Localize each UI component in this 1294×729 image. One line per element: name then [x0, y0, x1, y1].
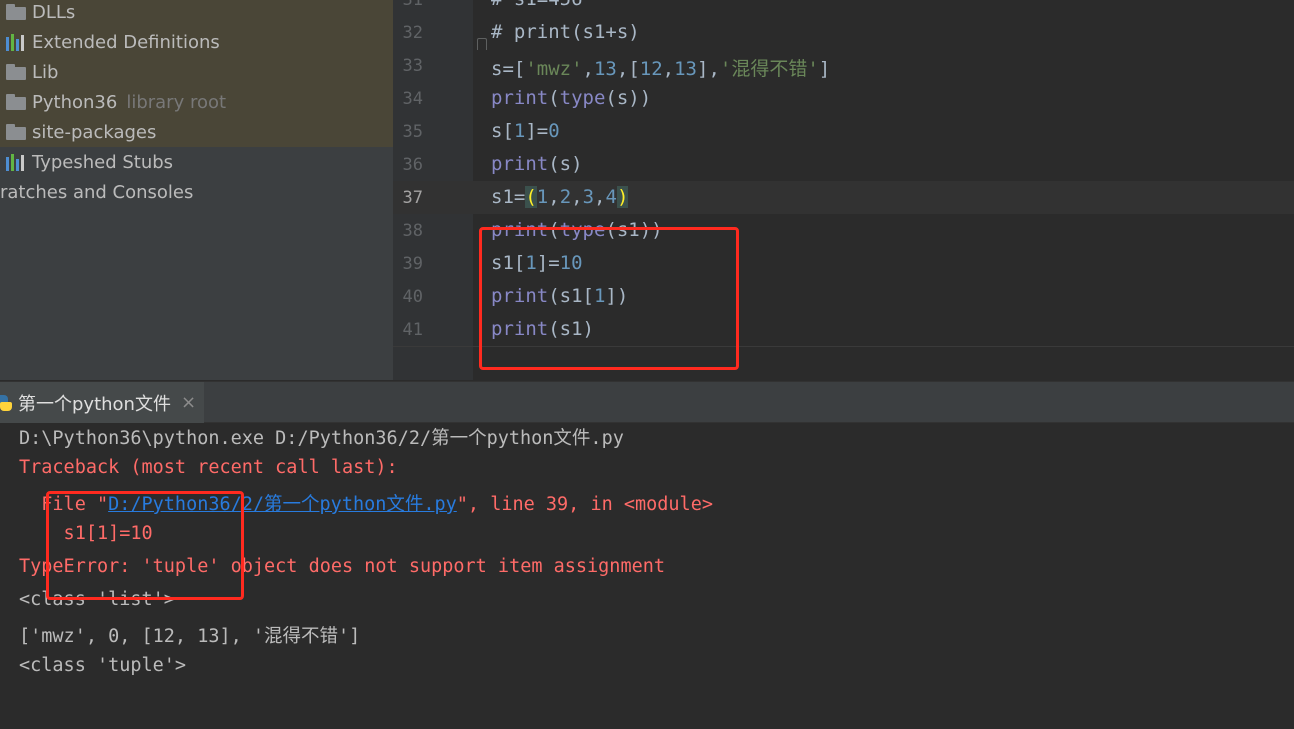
line-number: 34	[402, 89, 423, 109]
code-text: s[1]=0	[491, 120, 560, 142]
traceback-header: Traceback (most recent call last):	[19, 457, 398, 478]
code-line-current[interactable]: 37 s1=(1,2,3,4)	[393, 181, 1294, 214]
line-number: 31	[402, 0, 423, 10]
line-number: 32	[402, 23, 423, 43]
line-number: 33	[402, 56, 423, 76]
code-text: print(s1)	[491, 318, 594, 340]
traceback-file-suffix: ", line 39, in <module>	[456, 494, 713, 515]
traceback-file-line: File "D:/Python36/2/第一个python文件.py", lin…	[19, 490, 713, 523]
run-tool-window-header: 第一个python文件 ×	[0, 381, 1294, 423]
console-output-line: <class 'list'>	[19, 589, 175, 610]
tree-item-label: Lib	[32, 61, 59, 83]
code-line[interactable]: 39 s1[1]=10	[393, 247, 1294, 280]
line-number: 41	[402, 320, 423, 340]
run-tab[interactable]: 第一个python文件 ×	[0, 382, 205, 423]
tree-item-lib[interactable]: Lib	[0, 57, 393, 87]
code-line[interactable]: 40 print(s1[1])	[393, 280, 1294, 313]
code-text: print(s)	[491, 153, 583, 175]
code-editor[interactable]: 31 # s1=456 32 # print(s1+s) 33 s=['mwz'…	[393, 0, 1294, 380]
code-line[interactable]: 34 print(type(s))	[393, 82, 1294, 115]
code-line[interactable]: 38 print(type(s1))	[393, 214, 1294, 247]
tree-item-label: ratches and Consoles	[0, 181, 194, 203]
tree-item-label: Typeshed Stubs	[32, 151, 174, 173]
tree-item-label: DLLs	[32, 1, 76, 23]
library-icon	[6, 33, 26, 51]
code-text: print(type(s))	[491, 87, 652, 109]
code-text: # s1=456	[491, 0, 583, 10]
console-output-line: ['mwz', 0, [12, 13], '混得不错']	[19, 626, 361, 647]
run-console[interactable]: D:\Python36\python.exe D:/Python36/2/第一个…	[0, 424, 1294, 729]
code-text: s=['mwz',13,[12,13],'混得不错']	[491, 58, 831, 80]
code-text: s1=(1,2,3,4)	[491, 186, 629, 208]
console-command-line: D:\Python36\python.exe D:/Python36/2/第一个…	[19, 428, 624, 449]
line-number: 37	[402, 188, 423, 208]
code-line[interactable]: 36 print(s)	[393, 148, 1294, 181]
library-icon	[6, 153, 26, 171]
tree-item-dlls[interactable]: DLLs	[0, 0, 393, 27]
code-line[interactable]: 41 print(s1)	[393, 313, 1294, 346]
tree-item-label: Python36	[32, 91, 118, 113]
console-output-line: <class 'tuple'>	[19, 655, 187, 676]
error-message: TypeError: 'tuple' object does not suppo…	[19, 556, 666, 577]
code-text: s1[1]=10	[491, 252, 583, 274]
library-root-hint: library root	[126, 91, 227, 113]
tree-item-python36[interactable]: Python36 library root	[0, 87, 393, 117]
code-line[interactable]: 32 # print(s1+s)	[393, 16, 1294, 50]
line-number: 36	[402, 155, 423, 175]
traceback-file-link[interactable]: D:/Python36/2/第一个python文件.py	[108, 494, 457, 515]
tree-item-extended-definitions[interactable]: Extended Definitions	[0, 27, 393, 57]
close-icon[interactable]: ×	[181, 392, 196, 413]
code-text: print(s1[1])	[491, 285, 629, 307]
run-tab-label: 第一个python文件	[18, 393, 171, 415]
folder-icon	[6, 64, 26, 80]
tree-item-label: Extended Definitions	[32, 31, 220, 53]
traceback-file-prefix: File "	[19, 494, 109, 515]
line-number: 35	[402, 122, 423, 142]
python-icon	[0, 394, 14, 412]
code-line[interactable]: 31 # s1=456	[393, 0, 1294, 16]
code-line[interactable]: 35 s[1]=0	[393, 115, 1294, 148]
line-number: 38	[402, 221, 423, 241]
code-text: # print(s1+s)	[491, 21, 640, 43]
folder-icon	[6, 124, 26, 140]
line-number: 40	[402, 287, 423, 307]
editor-end-divider	[393, 346, 1294, 347]
traceback-code-line: s1[1]=10	[19, 523, 153, 544]
code-line[interactable]: 33 s=['mwz',13,[12,13],'混得不错']	[393, 49, 1294, 82]
tree-item-typeshed-stubs[interactable]: Typeshed Stubs	[0, 147, 393, 177]
tree-item-scratches-and-consoles[interactable]: ratches and Consoles	[0, 177, 393, 207]
folder-icon	[6, 94, 26, 110]
tree-item-site-packages[interactable]: site-packages	[0, 117, 393, 147]
code-text: print(type(s1))	[491, 219, 663, 241]
tree-item-label: site-packages	[32, 121, 157, 143]
line-number: 39	[402, 254, 423, 274]
project-tree: DLLs Extended Definitions Lib Python36 l…	[0, 0, 393, 380]
folder-icon	[6, 4, 26, 20]
